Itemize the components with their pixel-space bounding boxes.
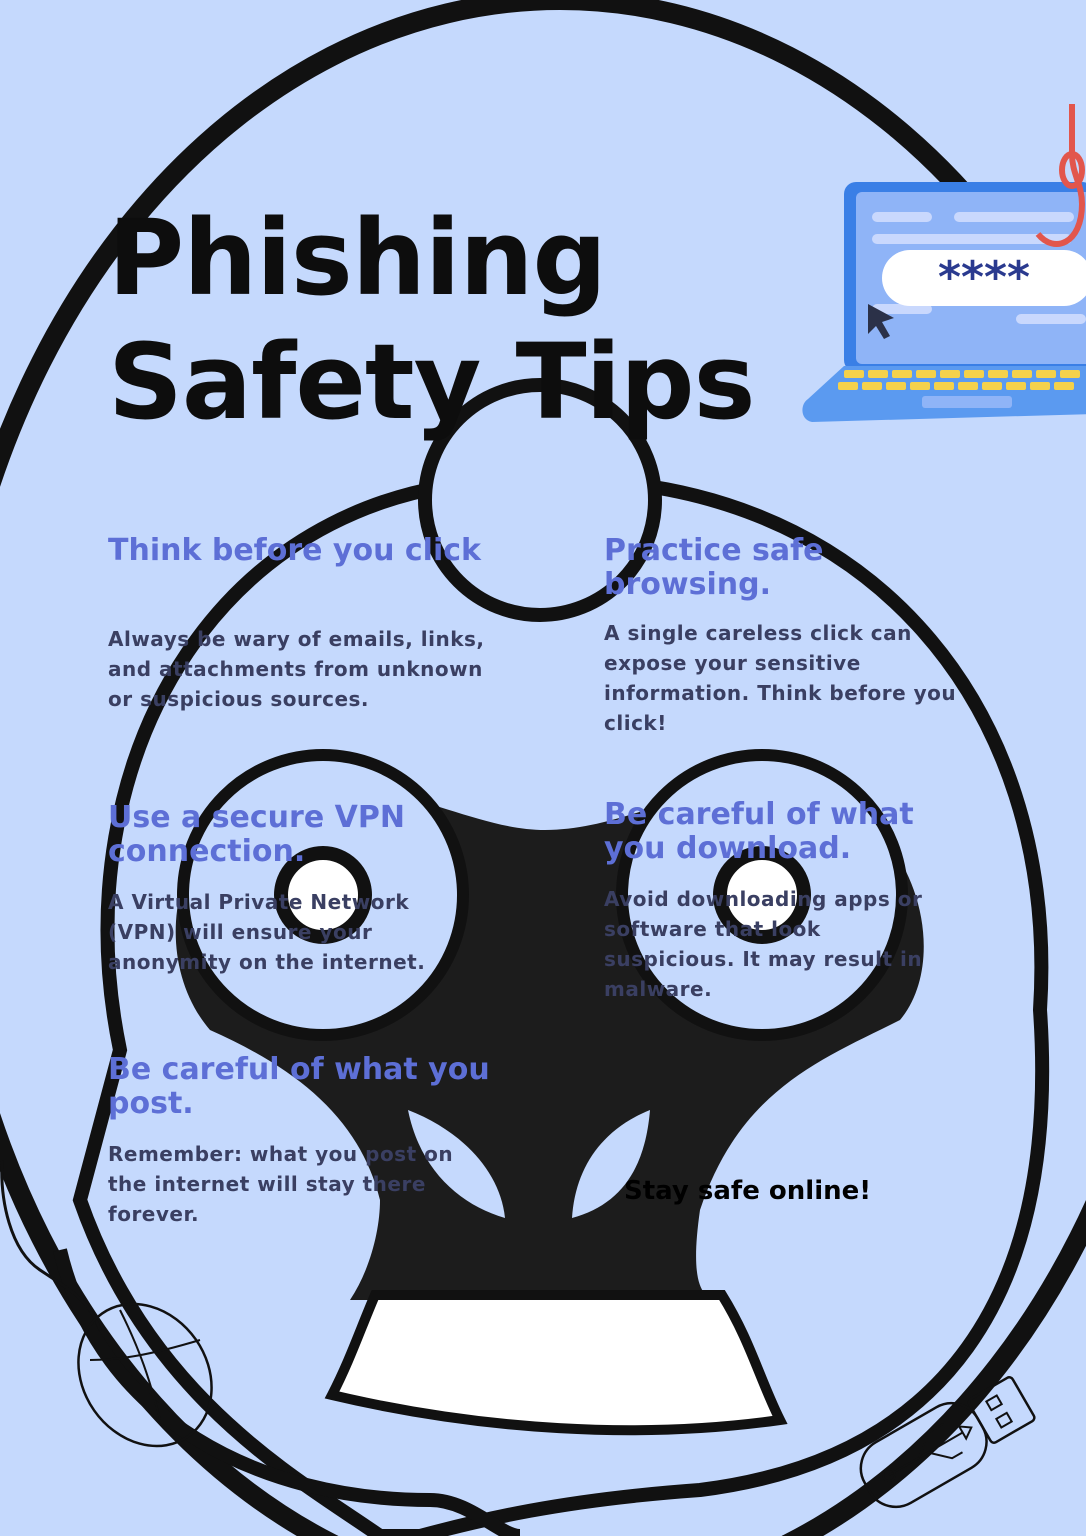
- computer-mouse-icon: [0, 1160, 213, 1448]
- tip-careful-download: Be careful of what you download. Avoid d…: [604, 798, 964, 1004]
- tip-body: A Virtual Private Network (VPN) will ens…: [108, 890, 426, 974]
- tip-heading: Practice safe browsing.: [604, 533, 824, 602]
- tip-heading: Be careful of what you download.: [604, 797, 914, 866]
- title-line-2: Safety Tips: [108, 321, 756, 443]
- tip-secure-vpn: Use a secure VPN connection. A Virtual P…: [108, 801, 518, 977]
- laptop-phishing-icon: ****: [802, 104, 1086, 422]
- page-title: Phishing Safety Tips: [108, 196, 756, 444]
- tip-heading: Use a secure VPN connection.: [108, 800, 405, 869]
- tip-heading: Be careful of what you post.: [108, 1052, 490, 1121]
- usb-drive-icon: [859, 1376, 1036, 1509]
- tip-body: A single careless click can expose your …: [604, 621, 957, 735]
- tip-heading: Think before you click: [108, 533, 481, 568]
- password-mask-text: ****: [938, 252, 1030, 303]
- tip-practice-safe-browsing: Practice safe browsing. A single careles…: [604, 534, 964, 738]
- footer-slogan: Stay safe online!: [624, 1176, 872, 1206]
- tip-think-before-you-click: Think before you click Always be wary of…: [108, 534, 518, 714]
- title-line-1: Phishing: [108, 197, 607, 319]
- tip-body: Always be wary of emails, links, and att…: [108, 627, 485, 711]
- tip-body: Avoid downloading apps or software that …: [604, 887, 923, 1001]
